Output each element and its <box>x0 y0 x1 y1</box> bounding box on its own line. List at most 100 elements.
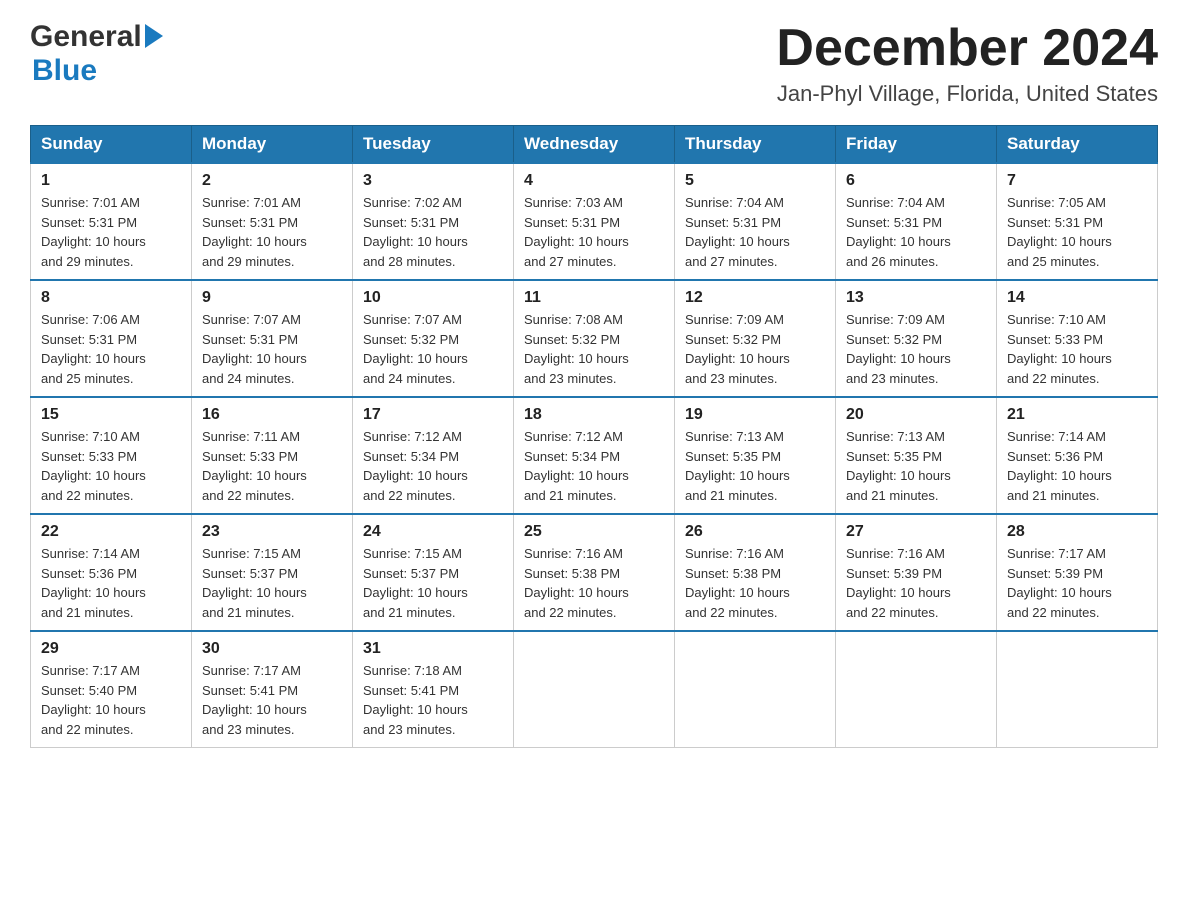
sunset-info: Sunset: 5:33 PM <box>202 449 298 464</box>
header-tuesday: Tuesday <box>353 126 514 164</box>
daylight-info: Daylight: 10 hours <box>524 468 629 483</box>
logo-general-text: General <box>30 20 142 54</box>
daylight-info: Daylight: 10 hours <box>685 234 790 249</box>
sunrise-info: Sunrise: 7:03 AM <box>524 195 623 210</box>
sunset-info: Sunset: 5:40 PM <box>41 683 137 698</box>
calendar-week-row: 29Sunrise: 7:17 AMSunset: 5:40 PMDayligh… <box>31 631 1158 748</box>
day-number: 17 <box>363 406 503 424</box>
calendar-cell: 17 Sunrise: 7:12 AM Sunset: 5:34 PM Dayligh… <box>353 397 514 514</box>
sunset-info: Sunset: 5:31 PM <box>685 215 781 230</box>
sunrise-info: Sunrise: 7:07 AM <box>202 312 301 327</box>
day-info: Sunrise: 7:09 AMSunset: 5:32 PMDaylight:… <box>846 310 986 388</box>
calendar-cell: 22 Sunrise: 7:14 AMSunset: 5:36 PMDayligh… <box>31 514 192 631</box>
logo: General Blue <box>30 20 163 88</box>
daylight-info: Daylight: 10 hours <box>1007 234 1112 249</box>
calendar-cell <box>836 631 997 748</box>
day-number: 10 <box>363 289 503 307</box>
calendar-cell: 25Sunrise: 7:16 AMSunset: 5:38 PMDayligh… <box>514 514 675 631</box>
daylight-info: and 26 minutes. <box>846 254 939 269</box>
daylight-info: Daylight: 10 hours <box>202 468 307 483</box>
sunrise-info: Sunrise: 7:14 AM <box>41 546 140 561</box>
calendar-cell: 10 Sunrise: 7:07 AMSunset: 5:32 PMDayligh… <box>353 280 514 397</box>
sunset-info: Sunset: 5:37 PM <box>363 566 459 581</box>
daylight-info: Daylight: 10 hours <box>41 468 146 483</box>
calendar-cell <box>675 631 836 748</box>
day-number: 23 <box>202 523 342 541</box>
day-info: Sunrise: 7:07 AMSunset: 5:32 PMDaylight:… <box>363 310 503 388</box>
calendar-cell <box>514 631 675 748</box>
day-number: 24 <box>363 523 503 541</box>
daylight-info: Daylight: 10 hours <box>363 702 468 717</box>
day-info: Sunrise: 7:07 AMSunset: 5:31 PMDaylight:… <box>202 310 342 388</box>
daylight-info: Daylight: 10 hours <box>685 585 790 600</box>
day-number: 2 <box>202 172 342 190</box>
sunset-info: Sunset: 5:32 PM <box>846 332 942 347</box>
daylight-info: and 22 minutes. <box>1007 371 1100 386</box>
calendar-cell: 11Sunrise: 7:08 AMSunset: 5:32 PMDayligh… <box>514 280 675 397</box>
day-number: 4 <box>524 172 664 190</box>
calendar-cell: 6Sunrise: 7:04 AMSunset: 5:31 PMDaylight… <box>836 163 997 280</box>
day-info: Sunrise: 7:08 AMSunset: 5:32 PMDaylight:… <box>524 310 664 388</box>
day-info: Sunrise: 7:13 AMSunset: 5:35 PMDaylight:… <box>685 427 825 505</box>
sunrise-info: Sunrise: 7:12 AM <box>363 429 462 444</box>
sunrise-info: Sunrise: 7:10 AM <box>41 429 140 444</box>
sunrise-info: Sunrise: 7:15 AM <box>202 546 301 561</box>
sunrise-info: Sunrise: 7:04 AM <box>685 195 784 210</box>
daylight-info: Daylight: 10 hours <box>363 585 468 600</box>
daylight-info: Daylight: 10 hours <box>1007 351 1112 366</box>
day-info: Sunrise: 7:14 AMSunset: 5:36 PMDaylight:… <box>41 544 181 622</box>
calendar-cell: 16Sunrise: 7:11 AMSunset: 5:33 PMDayligh… <box>192 397 353 514</box>
daylight-info: and 21 minutes. <box>202 605 295 620</box>
calendar-cell: 12Sunrise: 7:09 AMSunset: 5:32 PMDayligh… <box>675 280 836 397</box>
sunset-info: Sunset: 5:35 PM <box>846 449 942 464</box>
calendar-week-row: 1 Sunrise: 7:01 AM Sunset: 5:31 PM Daylight… <box>31 163 1158 280</box>
sunset-info: Sunset: 5:38 PM <box>524 566 620 581</box>
sunrise-info: Sunrise: 7:01 AM <box>202 195 301 210</box>
sunset-info: Sunset: 5:32 PM <box>363 332 459 347</box>
daylight-info: and 21 minutes. <box>685 488 778 503</box>
sunset-info: Sunset: 5:31 PM <box>524 215 620 230</box>
daylight-info: and 28 minutes. <box>363 254 456 269</box>
sunrise-info: Sunrise: 7:09 AM <box>685 312 784 327</box>
daylight-info: and 24 minutes. <box>202 371 295 386</box>
day-info: Sunrise: 7:03 AM Sunset: 5:31 PM Daylight:… <box>524 193 664 271</box>
calendar-header-row: SundayMondayTuesdayWednesdayThursdayFrid… <box>31 126 1158 164</box>
day-info: Sunrise: 7:14 AMSunset: 5:36 PMDaylight:… <box>1007 427 1147 505</box>
daylight-info: and 22 minutes. <box>685 605 778 620</box>
day-number: 1 <box>41 172 181 190</box>
sunset-info: Sunset: 5:34 PM <box>524 449 620 464</box>
daylight-info: Daylight: 10 hours <box>363 468 468 483</box>
sunset-info: Sunset: 5:34 PM <box>363 449 459 464</box>
daylight-info: and 29 minutes. <box>202 254 295 269</box>
daylight-info: Daylight: 10 hours <box>685 351 790 366</box>
calendar-cell: 8Sunrise: 7:06 AMSunset: 5:31 PMDaylight… <box>31 280 192 397</box>
day-number: 29 <box>41 640 181 658</box>
sunset-info: Sunset: 5:31 PM <box>363 215 459 230</box>
sunset-info: Sunset: 5:31 PM <box>41 332 137 347</box>
title-block: December 2024 Jan-Phyl Village, Florida,… <box>776 20 1158 107</box>
header-sunday: Sunday <box>31 126 192 164</box>
calendar-week-row: 8Sunrise: 7:06 AMSunset: 5:31 PMDaylight… <box>31 280 1158 397</box>
calendar-cell: 26Sunrise: 7:16 AMSunset: 5:38 PMDayligh… <box>675 514 836 631</box>
day-info: Sunrise: 7:13 AMSunset: 5:35 PMDaylight:… <box>846 427 986 505</box>
sunrise-info: Sunrise: 7:06 AM <box>41 312 140 327</box>
daylight-info: Daylight: 10 hours <box>202 702 307 717</box>
calendar-week-row: 15Sunrise: 7:10 AMSunset: 5:33 PMDayligh… <box>31 397 1158 514</box>
daylight-info: Daylight: 10 hours <box>524 234 629 249</box>
page-header: General Blue December 2024 Jan-Phyl Vill… <box>30 20 1158 107</box>
day-number: 19 <box>685 406 825 424</box>
sunrise-info: Sunrise: 7:01 AM <box>41 195 140 210</box>
daylight-info: Daylight: 10 hours <box>846 234 951 249</box>
calendar-cell: 4 Sunrise: 7:03 AM Sunset: 5:31 PM Daylight… <box>514 163 675 280</box>
day-number: 28 <box>1007 523 1147 541</box>
sunrise-info: Sunrise: 7:11 AM <box>202 429 300 444</box>
sunrise-info: Sunrise: 7:02 AM <box>363 195 462 210</box>
day-number: 3 <box>363 172 503 190</box>
daylight-info: and 23 minutes. <box>363 722 456 737</box>
day-number: 22 <box>41 523 181 541</box>
day-info: Sunrise: 7:18 AMSunset: 5:41 PMDaylight:… <box>363 661 503 739</box>
calendar-cell: 5Sunrise: 7:04 AMSunset: 5:31 PMDaylight… <box>675 163 836 280</box>
daylight-info: Daylight: 10 hours <box>1007 585 1112 600</box>
daylight-info: Daylight: 10 hours <box>41 702 146 717</box>
sunrise-info: Sunrise: 7:16 AM <box>524 546 623 561</box>
